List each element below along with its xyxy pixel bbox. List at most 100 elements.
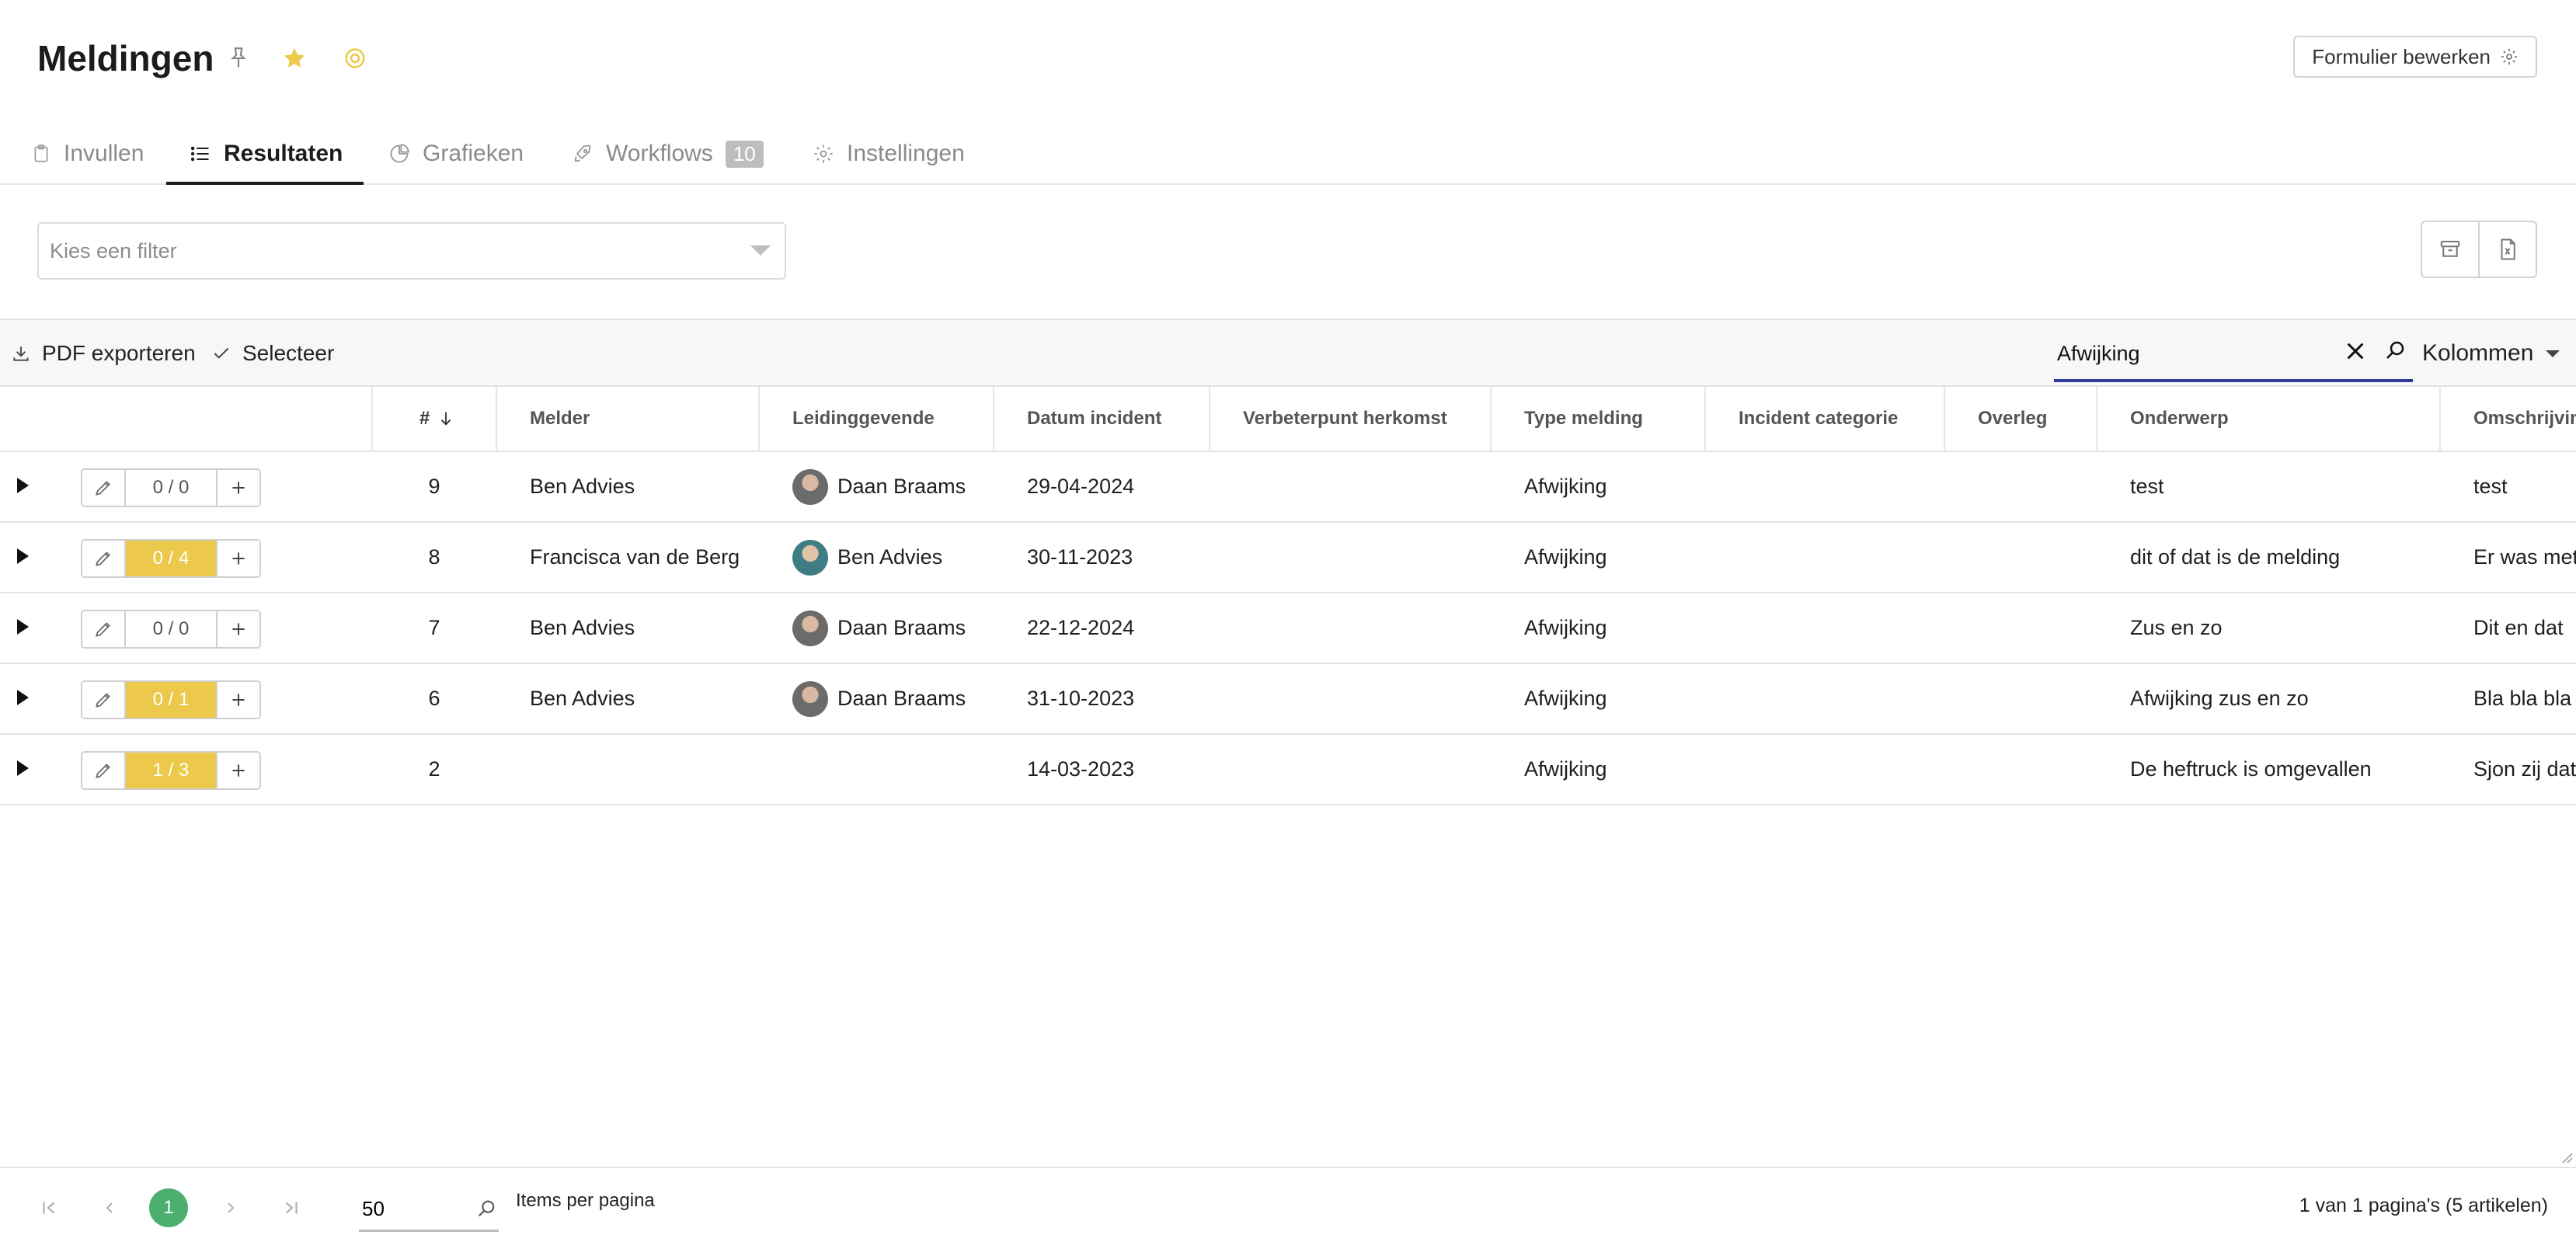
column-header-melder[interactable]: Melder [496,387,760,451]
cell-text: Afwijking [1524,687,1607,710]
first-page-button[interactable] [30,1188,68,1227]
items-per-page-input[interactable] [360,1196,457,1222]
column-header-incident-categorie[interactable]: Incident categorie [1704,387,1945,451]
edit-row-button[interactable] [82,753,126,788]
cell-melder: Ben Advies [530,664,755,733]
column-header-onderwerp[interactable]: Onderwerp [2096,387,2441,451]
cell-onderwerp: test [2130,452,2438,521]
search-icon[interactable] [475,1198,497,1219]
cell-omschrijving: Er was met [2473,523,2576,592]
target-icon[interactable] [342,45,368,71]
sort-descending-icon [441,412,451,426]
pin-icon[interactable] [225,45,252,71]
add-task-button[interactable] [216,682,259,718]
select-button[interactable]: Selecteer [211,320,334,387]
add-task-button[interactable] [216,611,259,647]
column-header-omschrijving[interactable]: Omschrijving [2439,387,2576,451]
pagination-bar: 1 Items per pagina 1 van 1 pagina's (5 a… [0,1167,2576,1249]
cell-melder: Francisca van de Berg [530,523,755,592]
items-per-page-field [359,1184,499,1232]
cell-overleg [1978,664,2094,733]
cell-text: dit of dat is de melding [2130,545,2341,569]
previous-page-button[interactable] [90,1188,129,1227]
cell-text: test [2473,475,2508,498]
cell-text: 31-10-2023 [1027,687,1135,710]
tab-invullen[interactable]: Invullen [31,124,144,183]
excel-export-button[interactable] [2478,222,2536,277]
resize-handle-icon[interactable] [2560,1151,2573,1164]
expand-row-icon[interactable] [17,619,29,635]
cell-overleg [1978,523,2094,592]
chevron-down-icon [750,245,771,256]
items-per-page-label: Items per pagina [516,1190,655,1211]
select-label: Selecteer [242,341,335,365]
expand-row-icon[interactable] [17,478,29,493]
check-icon [214,347,229,359]
table-row[interactable]: 0 / 1 6 Ben Advies Daan Braams 31-10-2023 Afw… [0,664,2576,735]
cell-text: De heftruck is omgevallen [2130,757,2372,781]
table-row[interactable]: 0 / 4 8 Francisca van de Berg Ben Advies 30-… [0,523,2576,593]
cell-verbeterpunt [1243,593,1487,663]
column-header-number[interactable]: # [371,387,497,451]
edit-row-button[interactable] [82,541,126,576]
cell-leidinggevende: Daan Braams [792,664,991,733]
expand-row-icon[interactable] [17,548,29,564]
next-page-button[interactable] [211,1188,250,1227]
edit-row-button[interactable] [82,682,126,718]
edit-row-button[interactable] [82,470,126,506]
add-task-button[interactable] [216,470,259,506]
first-page-icon [43,1202,55,1214]
pencil-icon [96,764,110,778]
row-actions: 1 / 3 [81,751,261,790]
edit-form-button[interactable]: Formulier bewerken [2293,36,2537,78]
tab-workflows[interactable]: Workflows 10 [572,124,764,183]
pdf-export-button[interactable]: PDF exporteren [11,320,196,387]
tab-label: Resultaten [224,141,343,166]
edit-row-button[interactable] [82,611,126,647]
clear-search-icon[interactable] [2343,339,2368,364]
row-actions: 0 / 1 [81,680,261,719]
cell-text: Daan Braams [837,616,966,639]
tab-instellingen[interactable]: Instellingen [813,124,965,183]
cell-text: Dit en dat [2473,616,2564,639]
cell-verbeterpunt [1243,452,1487,521]
table-row[interactable]: 0 / 0 9 Ben Advies Daan Braams 29-04-2024 Afw… [0,452,2576,523]
columns-menu-button[interactable]: Kolommen [2422,320,2560,387]
task-count-badge: 0 / 0 [126,611,216,647]
tab-label: Grafieken [423,141,524,166]
cell-text: Ben Advies [837,545,943,569]
tab-label: Instellingen [847,141,965,166]
expand-row-icon[interactable] [17,690,29,705]
expand-row-icon[interactable] [17,760,29,776]
table-row[interactable]: 1 / 3 2 14-03-2023 Afwijking De heftruck is … [0,735,2576,805]
grid-toolbar: PDF exporteren Selecteer Kolommen [0,318,2576,387]
cell-verbeterpunt [1243,735,1487,804]
last-page-button[interactable] [272,1188,311,1227]
page-button-current[interactable]: 1 [149,1188,188,1227]
cell-text: 9 [428,475,440,498]
column-header-overleg[interactable]: Overleg [1944,387,2097,451]
column-header-type-melding[interactable]: Type melding [1490,387,1706,451]
column-header-verbeterpunt-herkomst[interactable]: Verbeterpunt herkomst [1209,387,1492,451]
column-header-leidinggevende[interactable]: Leidinggevende [758,387,994,451]
tab-grafieken[interactable]: Grafieken [388,124,524,183]
archive-button[interactable] [2422,222,2478,277]
add-task-button[interactable] [216,541,259,576]
tab-resultaten[interactable]: Resultaten [190,124,343,183]
search-input[interactable] [2056,336,2338,371]
star-icon[interactable] [281,45,308,71]
cell-text: 2 [428,757,440,781]
actions-column-header [0,387,373,451]
search-icon[interactable] [2383,339,2407,362]
cell-text: Sjon zij dat [2473,757,2576,781]
column-header-datum-incident[interactable]: Datum incident [993,387,1210,451]
add-task-button[interactable] [216,753,259,788]
cell-type: Afwijking [1524,523,1703,592]
chevron-down-icon [2546,350,2560,357]
filter-select[interactable]: Kies een filter [37,222,786,280]
cell-number: 8 [371,523,497,592]
table-row[interactable]: 0 / 0 7 Ben Advies Daan Braams 22-12-2024 Afw… [0,593,2576,664]
chevron-right-icon [228,1202,235,1213]
plus-icon [232,552,245,565]
list-icon [190,146,209,162]
